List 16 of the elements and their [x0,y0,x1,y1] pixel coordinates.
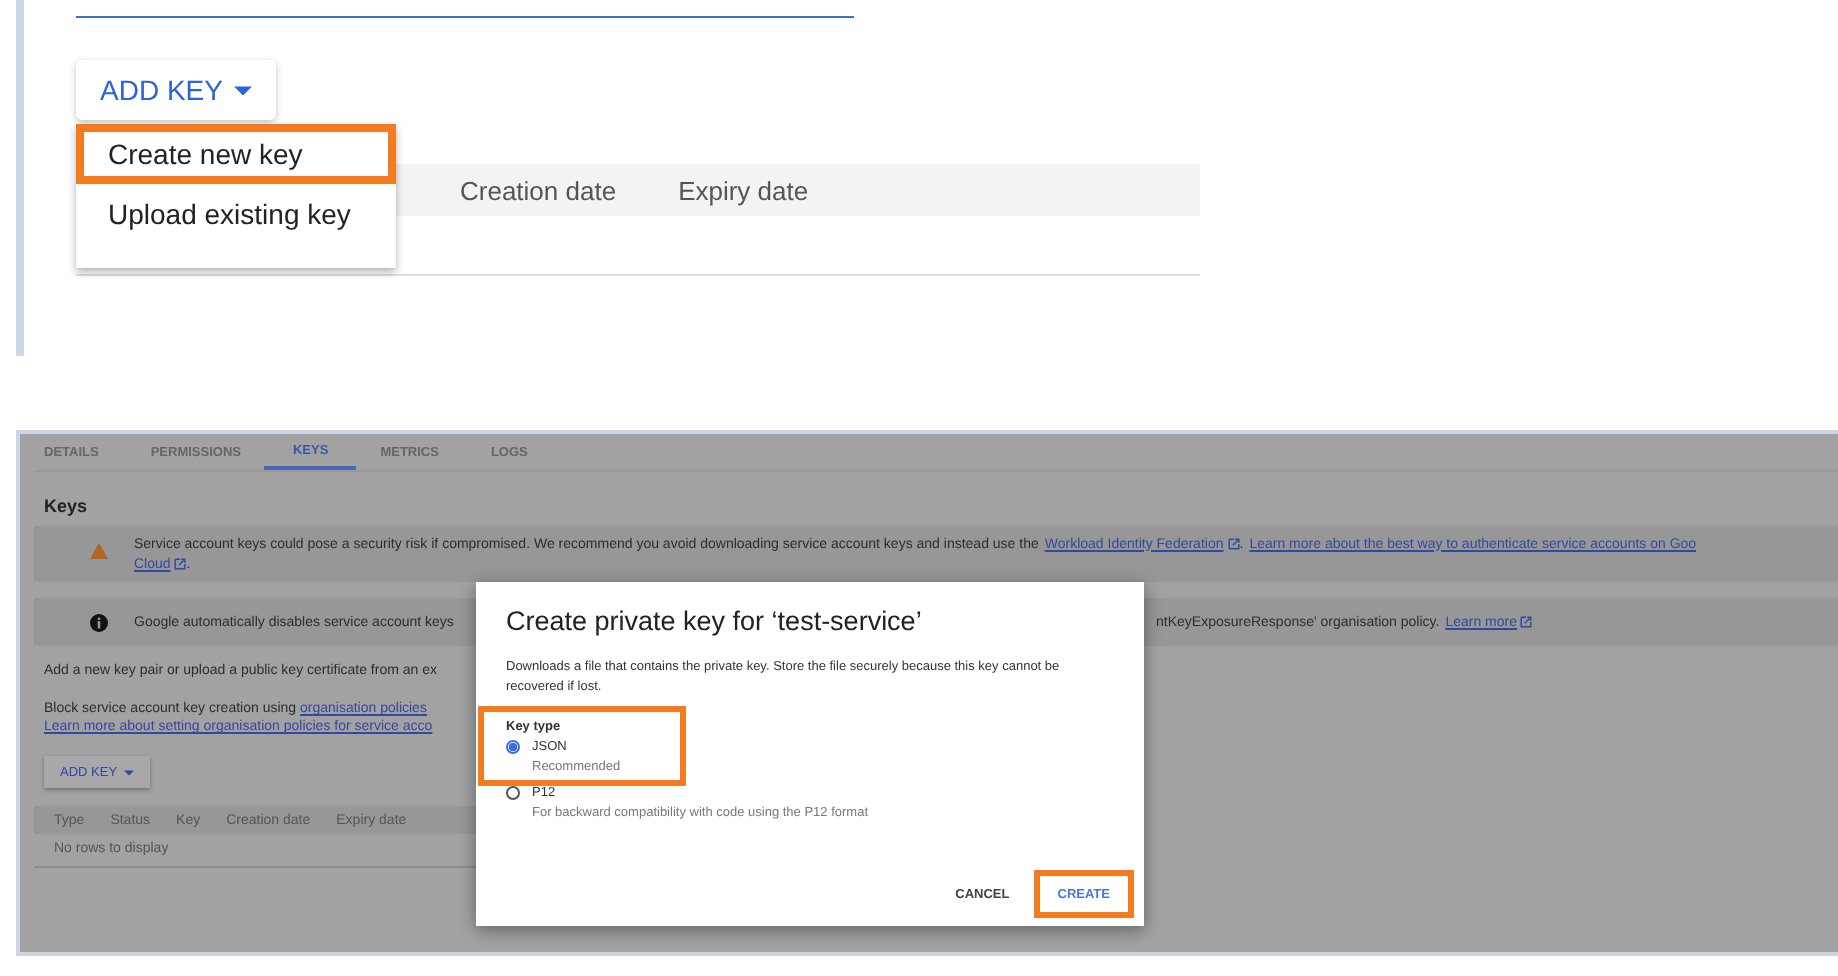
add-key-button[interactable]: ADD KEY [76,60,277,120]
external-link-icon [1520,616,1533,628]
external-link-icon [174,558,187,570]
menu-item[interactable]: Create new key [76,124,396,184]
radio-button[interactable] [506,786,520,800]
dialog-title: Create private key for ‘test-service’ [506,606,924,636]
column-header: Expiry date [678,175,809,205]
warning-icon [90,542,108,560]
menu-item[interactable]: Upload existing key [76,184,396,244]
caret-icon [123,769,134,775]
caret-icon [234,85,253,95]
external-link-icon [1227,538,1240,550]
radio-button[interactable] [506,740,520,754]
column-header: Creation date [460,175,617,205]
info-icon [90,613,108,631]
section-heading: Keys [44,496,90,516]
